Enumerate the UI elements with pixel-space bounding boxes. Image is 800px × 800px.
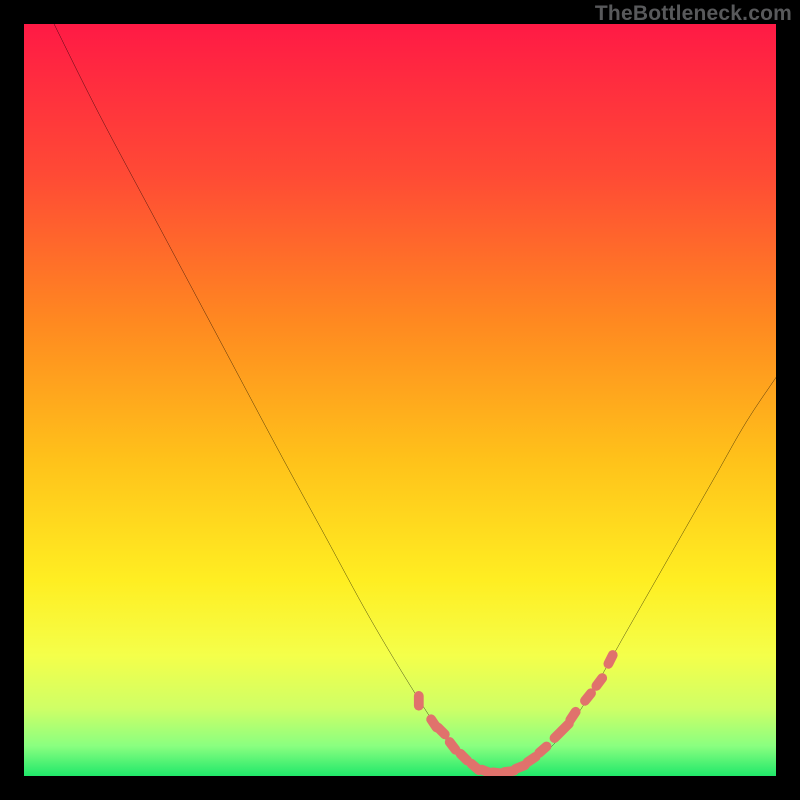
- watermark-label: TheBottleneck.com: [595, 2, 792, 26]
- chart-frame: TheBottleneck.com: [0, 0, 800, 800]
- bottleneck-chart: [24, 24, 776, 776]
- gradient-background: [24, 24, 776, 776]
- highlight-dot: [414, 691, 424, 711]
